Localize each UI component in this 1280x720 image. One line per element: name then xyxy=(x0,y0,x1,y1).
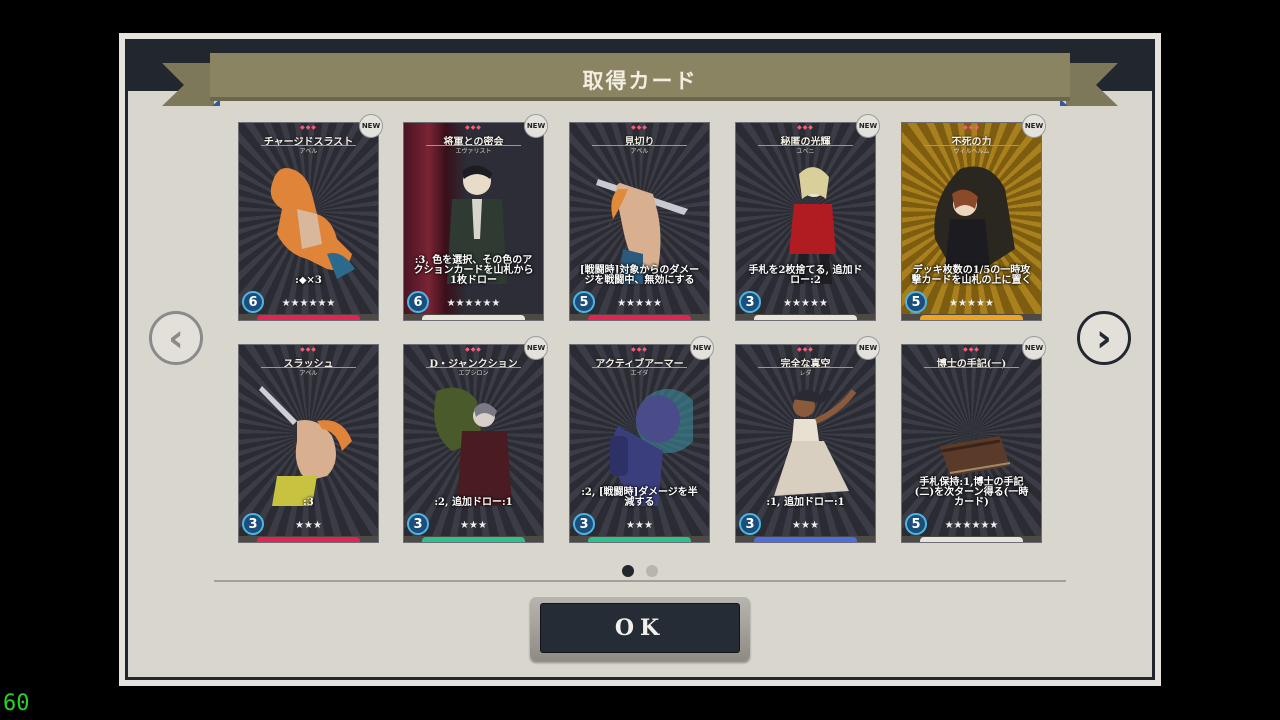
card-art-art-swordsman xyxy=(588,159,691,284)
card-3[interactable]: ◆◆◆ 見切り アベル [戦闘時]対象からのダメージを戦闘中、無効にする ★★★★★ 5 xyxy=(569,122,710,321)
new-badge: NEW xyxy=(524,114,548,138)
rarity-diamonds-icon: ◆◆◆ xyxy=(465,346,482,353)
card-title-rule xyxy=(924,367,1019,368)
card-cost: 3 xyxy=(242,513,264,535)
card-cost: 6 xyxy=(407,291,429,313)
page-dot-1[interactable] xyxy=(622,565,634,577)
card-character: エイダ xyxy=(630,370,649,377)
rarity-diamonds-icon: ◆◆◆ xyxy=(963,124,980,131)
card-art-art-dancer xyxy=(754,381,857,504)
chevron-right-icon: › xyxy=(1096,316,1112,360)
card-color-bar xyxy=(588,537,691,542)
card-character: アベル xyxy=(630,148,649,155)
card-8[interactable]: ◆◆◆ アクティブアーマー エイダ:2, [戦闘時]ダメージを半減する ★★★ 3 xyxy=(569,344,710,543)
card-effect: :3, 色を選択、その色のアクションカードを山札から1枚ドロー xyxy=(413,255,534,286)
card-effect: 手札を2枚捨てる, 追加ドロー:2 xyxy=(748,265,863,286)
card-color-bar xyxy=(754,315,857,320)
prev-page-button[interactable]: ‹ xyxy=(149,311,203,365)
ok-button-frame: OK xyxy=(530,597,750,661)
rarity-diamonds-icon: ◆◆◆ xyxy=(631,124,648,131)
card-art-art-cloaked xyxy=(422,381,525,506)
card-color-bar xyxy=(422,315,525,320)
card-effect: :◆×3 xyxy=(295,275,322,286)
card-art-art-warrior-orange xyxy=(257,159,360,282)
card-cost: 3 xyxy=(573,513,595,535)
rarity-diamonds-icon: ◆◆◆ xyxy=(300,346,317,353)
card-art-art-blonde-red xyxy=(754,159,857,284)
new-badge: NEW xyxy=(1022,114,1046,138)
new-badge: NEW xyxy=(1022,336,1046,360)
rarity-diamonds-icon: ◆◆◆ xyxy=(797,346,814,353)
card-color-bar xyxy=(920,537,1023,542)
dialog-title: 取得カード xyxy=(582,68,698,93)
card-cost: 5 xyxy=(573,291,595,313)
card-character: アベル xyxy=(299,370,318,377)
divider xyxy=(214,580,1066,582)
card-art-art-slash xyxy=(257,381,360,506)
card-6[interactable]: ◆◆◆ スラッシュ アベル:3 ★★★ 3 xyxy=(238,344,379,543)
card-character: アベル xyxy=(299,148,318,155)
card-cost: 5 xyxy=(905,513,927,535)
card-effect: :3 xyxy=(303,497,314,508)
card-effect: [戦闘時]対象からのダメージを戦闘中、無効にする xyxy=(579,265,700,286)
rarity-diamonds-icon: ◆◆◆ xyxy=(300,124,317,131)
new-badge: NEW xyxy=(856,114,880,138)
card-2[interactable]: ◆◆◆ 将軍との密会 エヴァリスト:3, 色を選択、その色のアクションカードを山札か… xyxy=(403,122,544,321)
card-color-bar xyxy=(257,537,360,542)
card-color-bar xyxy=(422,537,525,542)
chevron-left-icon: ‹ xyxy=(168,316,184,360)
rarity-diamonds-icon: ◆◆◆ xyxy=(465,124,482,131)
new-badge: NEW xyxy=(524,336,548,360)
fps-counter: 60 xyxy=(3,691,30,716)
card-cost: 3 xyxy=(739,291,761,313)
card-character: エプシロン xyxy=(458,370,489,377)
card-cost: 6 xyxy=(242,291,264,313)
card-1[interactable]: ◆◆◆ チャージドスラスト アベル:◆×3 ★★★★★★ 6 xyxy=(238,122,379,321)
card-effect: :2, [戦闘時]ダメージを半減する xyxy=(581,487,698,508)
card-9[interactable]: ◆◆◆ 完全な真空 レダ:1, 追加ドロー:1 ★★★ 3 xyxy=(735,344,876,543)
card-effect: :2, 追加ドロー:1 xyxy=(434,497,513,508)
card-character: レダ xyxy=(799,370,812,377)
card-7[interactable]: ◆◆◆ D・ジャンクション エプシロン:2, 追加ドロー:1 ★★★ 3 xyxy=(403,344,544,543)
next-page-button[interactable]: › xyxy=(1077,311,1131,365)
card-cost: 3 xyxy=(407,513,429,535)
card-effect: デッキ枚数の1/5の一時攻撃カードを山札の上に置く xyxy=(911,265,1032,286)
rarity-diamonds-icon: ◆◆◆ xyxy=(631,346,648,353)
card-color-bar xyxy=(257,315,360,320)
card-character: エヴァリスト xyxy=(455,148,492,155)
card-cost: 3 xyxy=(739,513,761,535)
ok-button[interactable]: OK xyxy=(540,603,740,653)
card-5[interactable]: ◆◆◆ 不死の力 ヴィルヘルム デッキ枚数の1/5の一時攻撃カードを山札の上に置く ★★… xyxy=(901,122,1042,321)
card-art-art-hooded-pair xyxy=(920,159,1023,284)
card-effect: 手札保持:1,博士の手記(二)を次ターン得る(一時カード) xyxy=(914,477,1029,508)
card-color-bar xyxy=(588,315,691,320)
title-ribbon: 取得カード xyxy=(162,53,1118,106)
page-dot-2[interactable] xyxy=(646,565,658,577)
card-character: ヴィルヘルム xyxy=(953,148,990,155)
card-character: ユベニ xyxy=(796,148,815,155)
card-color-bar xyxy=(754,537,857,542)
card-art-art-robot xyxy=(588,381,700,506)
card-10[interactable]: ◆◆◆ 博士の手記(一) 手札保持:1,博士の手記(二)を次ターン得る(一時カード)… xyxy=(901,344,1042,543)
new-badge: NEW xyxy=(856,336,880,360)
rarity-diamonds-icon: ◆◆◆ xyxy=(963,346,980,353)
new-badge: NEW xyxy=(359,114,383,138)
card-4[interactable]: ◆◆◆ 秘匿の光輝 ユベニ 手札を2枚捨てる, 追加ドロー:2 ★★★★★ 3 xyxy=(735,122,876,321)
new-badge: NEW xyxy=(690,336,714,360)
card-effect: :1, 追加ドロー:1 xyxy=(766,497,845,508)
card-cost: 5 xyxy=(905,291,927,313)
rarity-diamonds-icon: ◆◆◆ xyxy=(797,124,814,131)
card-color-bar xyxy=(920,315,1023,320)
